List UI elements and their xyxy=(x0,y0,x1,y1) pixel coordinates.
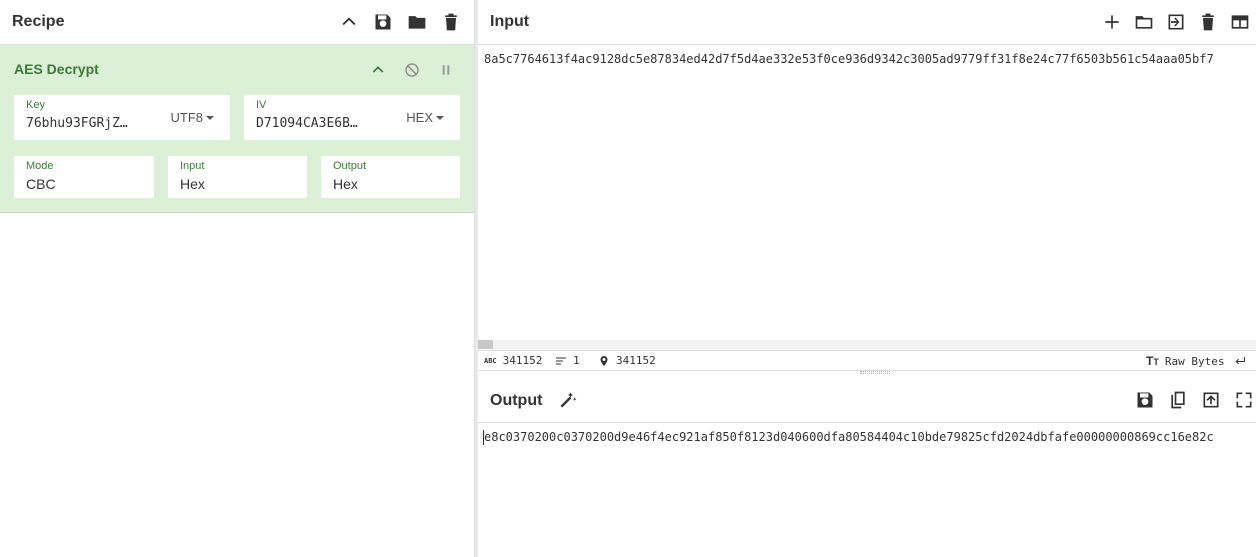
output-format-value[interactable]: Hex xyxy=(333,176,358,192)
save-icon[interactable] xyxy=(371,10,395,34)
caret-down-icon xyxy=(206,115,214,120)
input-textarea[interactable]: 8a5c7764613f4ac9128dc5e87834ed42d7f5d4ae… xyxy=(484,52,1214,66)
position-stat: 341152 xyxy=(598,354,656,367)
key-encoding-dropdown[interactable]: UTF8 xyxy=(170,110,214,125)
input-format-value[interactable]: Hex xyxy=(180,176,205,192)
scrollbar-thumb[interactable] xyxy=(478,340,493,349)
lines-value: 1 xyxy=(573,354,580,367)
output-format-field[interactable]: Output Hex xyxy=(321,156,460,198)
input-format-field[interactable]: Input Hex xyxy=(168,156,307,198)
pause-icon[interactable] xyxy=(434,58,458,82)
caret-down-icon xyxy=(436,115,444,120)
magic-wand-icon[interactable] xyxy=(556,388,580,412)
disable-icon[interactable] xyxy=(400,58,424,82)
save-icon[interactable] xyxy=(1133,388,1157,412)
output-textarea[interactable]: e8c0370200c0370200d9e46f4ec921af850f8123… xyxy=(484,430,1214,444)
open-file-icon[interactable] xyxy=(1164,10,1188,34)
mode-label: Mode xyxy=(26,160,54,172)
operation-title: AES Decrypt xyxy=(14,61,99,77)
key-value[interactable]: 76bhu93FGRjZ… xyxy=(26,116,151,131)
chevron-up-icon[interactable] xyxy=(366,58,390,82)
mode-value[interactable]: CBC xyxy=(26,176,56,192)
folder-icon[interactable] xyxy=(405,10,429,34)
iv-field[interactable]: IV D71094CA3E6B… HEX xyxy=(244,95,460,140)
mode-field[interactable]: Mode CBC xyxy=(14,156,154,198)
input-horizontal-scrollbar[interactable] xyxy=(478,340,1256,349)
input-format-label: Input xyxy=(180,160,205,172)
raw-bytes-label: Raw Bytes xyxy=(1164,354,1225,368)
trash-icon[interactable] xyxy=(1196,10,1220,34)
layout-icon[interactable] xyxy=(1228,10,1252,34)
output-header: Output xyxy=(478,378,1256,423)
iv-encoding-dropdown[interactable]: HEX xyxy=(406,110,444,125)
input-header: Input xyxy=(478,0,1256,45)
input-statusbar: ABC 341152 1 341152 TT Raw Bytes xyxy=(478,350,1256,371)
key-field[interactable]: Key 76bhu93FGRjZ… UTF8 xyxy=(14,95,230,140)
recipe-header: Recipe xyxy=(0,0,474,45)
copy-icon[interactable] xyxy=(1166,388,1190,412)
key-encoding: UTF8 xyxy=(170,110,204,125)
input-title: Input xyxy=(490,13,530,30)
replace-input-icon[interactable] xyxy=(1199,388,1223,412)
aes-decrypt-operation: AES Decrypt Key 76bhu93FGRjZ… UTF8 IV D7… xyxy=(0,45,474,213)
iv-label: IV xyxy=(256,99,267,111)
position-value: 341152 xyxy=(616,354,656,367)
output-title: Output xyxy=(490,392,543,409)
raw-bytes-toggle[interactable]: TT Raw Bytes xyxy=(1146,354,1224,368)
maximize-icon[interactable] xyxy=(1232,388,1256,412)
chevron-up-icon[interactable] xyxy=(337,10,361,34)
trash-icon[interactable] xyxy=(439,10,463,34)
recipe-title: Recipe xyxy=(12,13,65,30)
recipe-pane: Recipe AES Decrypt Key 76bhu93FGRjZ… UTF… xyxy=(0,0,474,557)
io-pane: Input 8a5c7764613f4ac9128dc5e87834ed42d7… xyxy=(478,0,1256,557)
word-wrap-icon[interactable] xyxy=(1234,354,1246,366)
key-label: Key xyxy=(26,99,45,111)
lines-icon xyxy=(556,357,566,364)
length-value: 341152 xyxy=(502,354,543,367)
open-folder-icon[interactable] xyxy=(1132,10,1156,34)
plus-icon[interactable] xyxy=(1100,10,1124,34)
lines-stat: 1 xyxy=(555,354,580,367)
abc-icon: ABC xyxy=(484,356,497,365)
location-pin-icon xyxy=(600,355,608,366)
iv-value[interactable]: D71094CA3E6B… xyxy=(256,116,381,131)
length-stat: ABC 341152 xyxy=(484,354,542,367)
io-resize-handle[interactable] xyxy=(860,371,890,374)
text-size-icon: TT xyxy=(1146,354,1159,368)
output-format-label: Output xyxy=(333,160,367,172)
iv-encoding: HEX xyxy=(406,110,433,125)
